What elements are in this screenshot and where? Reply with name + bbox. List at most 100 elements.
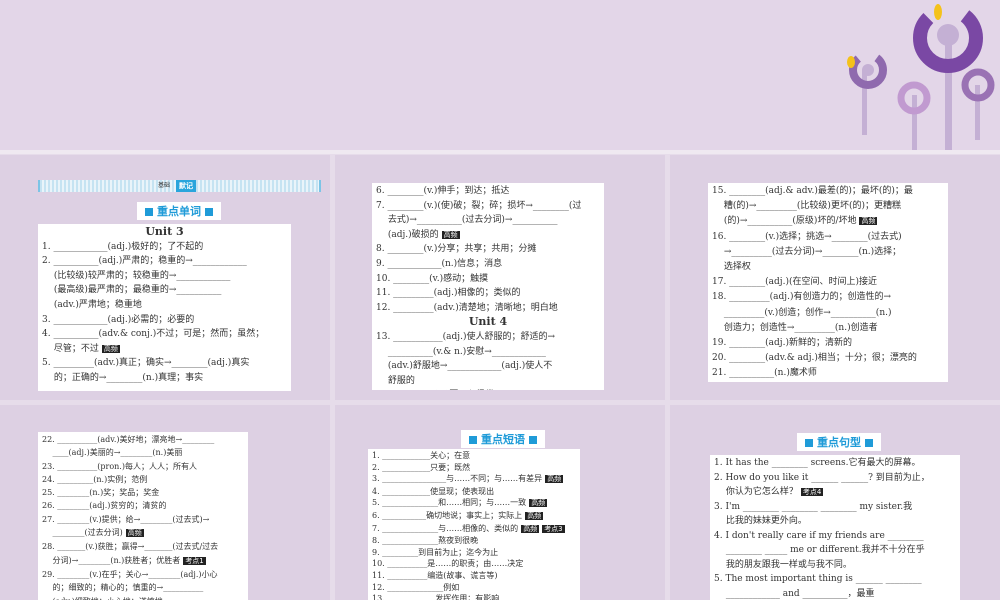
header-badge: 默记 [176, 180, 196, 192]
item-text: 5. The most important thing is ______ __… [714, 574, 922, 584]
item-text: (的)→__________(原级)坏的/坏地 [712, 216, 857, 227]
item-text: 27. ________(v.)提供；给→________(过去式)→ [42, 514, 210, 524]
item-text: 28. _______(v.)获胜；赢得→_______(过去式/过去 [42, 542, 219, 552]
item-line: __________(v.& n.)安慰→____________ [376, 345, 600, 360]
item-text: 11. _________(adj.)相像的；类似的 [376, 288, 521, 299]
item-line: 10. ________(v.)感动；触摸 [376, 272, 600, 287]
item-line: 4. I don't really care if my friends are… [714, 529, 956, 544]
item-line: 10. __________是……的职责；由……决定 [372, 558, 576, 570]
item-line: ________ _____ me or different.我并不十分在乎 [714, 543, 956, 558]
item-line: 19. ________(adj.)新鲜的；清新的 [712, 336, 944, 351]
item-text: →_________(过去分词)→________(n.)选择； [712, 246, 902, 257]
frequency-tag: 高频 [125, 529, 144, 538]
item-text: 1. It has the ________ screens.它有最大的屏幕。 [714, 458, 921, 468]
item-text: 4. __________(adv.& conj.)不过；可是；然而；虽然； [42, 329, 265, 340]
item-line: (adv.)舒服地→____________(adj.)使人不 [376, 359, 600, 374]
item-text: 2. ____________只要；既然 [372, 462, 471, 472]
item-text: (adj.)破损的 [376, 229, 439, 240]
frequency-tag: 考点1 [183, 556, 206, 565]
item-text: __________(v.& n.)安慰→____________ [376, 346, 546, 357]
item-line: 你认为它怎么样？ 考点4 [714, 485, 956, 500]
item-line: (adv.)细致地；小心地；谨慎地 [42, 595, 244, 600]
item-line: (比较级)较严肃的；较稳重的→____________ [42, 269, 287, 284]
sentences-box: 1. It has the ________ screens.它有最大的屏幕。 2… [710, 455, 960, 600]
item-text: 2. How do you like it ______ ______? 到目前… [714, 472, 930, 483]
frequency-tag: 考点4 [800, 488, 824, 496]
item-text: (adv.)舒服地→____________(adj.)使人不 [376, 361, 553, 372]
item-text: 3. ____________(adj.)必需的；必要的 [42, 314, 195, 325]
item-line: (最高级)最严肃的；最稳重的→__________ [42, 283, 287, 298]
item-line: 尽管；不过 高频 [42, 342, 287, 357]
item-line: 去式)→__________(过去分词)→__________ [376, 213, 600, 228]
item-line: 21. __________(n.)魔术师 [712, 366, 944, 381]
item-text: 糟(的)→_________(比较级)更坏(的)；更糟糕 [712, 201, 901, 212]
item-line: (adv.)严肃地；稳重地 [42, 298, 287, 313]
item-line: 13. ___________(adj.)使人舒服的；舒适的→ [376, 330, 600, 345]
item-text: 18. _________(adj.)有创造力的；创造性的→ [712, 292, 892, 303]
item-line: 12. ______________例如 [372, 582, 576, 594]
item-line: 24. _________(n.)实例；范例 [42, 473, 244, 486]
item-line: 9. ____________(n.)信息；消息 [376, 257, 600, 272]
item-text: 分词)→________(n.)获胜者；优胜者 [42, 555, 181, 565]
item-text: 你认为它怎么样？ [714, 487, 798, 497]
item-text: 10. __________是……的职责；由……决定 [372, 559, 524, 569]
item-text: 12. ______________例如 [372, 582, 460, 592]
item-text: 尽管；不过 [42, 343, 99, 354]
phrases-box: 1. ____________关心；在意 2. ____________只要；既然… [368, 449, 580, 600]
item-line: 的；细致的；精心的；慎重的→__________ [42, 581, 244, 594]
unit-heading: Unit 4 [468, 315, 508, 329]
item-line: 27. ________(v.)提供；给→________(过去式)→ [42, 513, 244, 526]
item-text: ________ _____ me or different.我并不十分在乎 [714, 545, 925, 555]
frequency-tag: 高频 [521, 524, 540, 533]
frequency-tag: 高频 [525, 511, 544, 520]
item-text: 12. _________(adv.)清楚地；清晰地；明白地 [376, 302, 558, 313]
frequency-tag: 高频 [441, 230, 460, 239]
frequency-tag: 高频 [545, 475, 564, 484]
item-text: 22. __________(adv.)美好地；漂亮地→________ [42, 435, 215, 444]
item-line: 4. __________(adv.& conj.)不过；可是；然而；虽然； [42, 327, 287, 342]
item-text: (比较级)较严肃的；较稳重的→____________ [42, 270, 231, 281]
item-text: 23. __________(pron.)每人；人人；所有人 [42, 461, 197, 471]
item-line: 1. ____________关心；在意 [372, 450, 576, 462]
item-line: 9. _________到目前为止；迄今为止 [372, 547, 576, 559]
item-line: 25. ________(n.)奖；奖品；奖金 [42, 486, 244, 499]
frequency-tag: 高频 [101, 344, 120, 353]
item-line: 创造力；创造性→_________(n.)创造者 [712, 321, 944, 336]
item-line: 13. ____________发挥作用；有影响 [372, 593, 576, 600]
item-line: 23. __________(pron.)每人；人人；所有人 [42, 460, 244, 473]
header-small: 基础 [158, 182, 171, 189]
item-text: 7. ________(v.)(使)破；裂；碎；损坏→________(过 [376, 200, 582, 211]
item-line: 1. ____________(adj.)极好的；了不起的 [42, 240, 287, 255]
item-text: 16. ________(v.)选择；挑选→________(过去式) [712, 231, 902, 242]
item-line: 4. ____________使显现；使表现出 [372, 486, 576, 498]
item-text: 我的朋友跟我一样或与我不同。 [714, 559, 852, 570]
item-line: 26. ________(adj.)贫穷的；清贫的 [42, 499, 244, 512]
item-text: ________(过去分词) [42, 528, 123, 538]
item-text: 9. ____________(n.)信息；消息 [376, 258, 503, 269]
item-text: 29. ________(v.)在乎；关心→________(adj.)小心 [42, 569, 218, 579]
words-box-2: 6. ________(v.)伸手；到达；抵达 7. ________(v.)(使… [372, 183, 604, 390]
words-box-3: 15. ________(adj.& adv.)最差(的)；最坏(的)；最 糟(… [708, 183, 948, 382]
item-line: 5. The most important thing is ______ __… [714, 572, 956, 587]
item-line: 2. How do you like it ______ ______? 到目前… [714, 471, 956, 486]
item-line: 6. ___________确切地说；事实上；实际上 高频 [372, 510, 576, 523]
item-text: 8. ______________熬夜到很晚 [372, 536, 479, 546]
item-line: 我的朋友跟我一样或与我不同。 [714, 558, 956, 573]
item-line: 17. ________(adj.)(在空间、时间上)接近 [712, 275, 944, 290]
item-text: 1. ____________关心；在意 [372, 451, 471, 460]
item-line: 5. _________(adv.)真正；确实→________(adj.)真实 [42, 356, 287, 371]
item-text: 3. ________________与……不同；与……有差异 [372, 474, 543, 484]
item-text: 20. ________(adv.& adj.)相当；十分；很；漂亮的 [712, 353, 917, 364]
item-line: 2. __________(adj.)严肃的；稳重的→____________ [42, 254, 287, 269]
section-header: 基础 默记 [38, 180, 321, 192]
item-text: 1. ____________(adj.)极好的；了不起的 [42, 241, 204, 252]
item-line: 7. ______________与……相像的、类似的 高频 考点3 [372, 523, 576, 536]
item-line: 29. ________(v.)在乎；关心→________(adj.)小心 [42, 568, 244, 581]
item-text: 去式)→__________(过去分词)→__________ [376, 215, 558, 226]
item-line: 1. It has the ________ screens.它有最大的屏幕。 [714, 456, 956, 471]
item-line: 15. ________(adj.& adv.)最差(的)；最坏(的)；最 [712, 184, 944, 199]
item-text: (最高级)最严肃的；最稳重的→__________ [42, 285, 222, 296]
item-line: 分词)→________(n.)获胜者；优胜者 考点1 [42, 554, 244, 568]
item-text: 的；正确的→________(n.)真理；事实 [42, 372, 204, 383]
item-line: 7. ________(v.)(使)破；裂；碎；损坏→________(过 [376, 199, 600, 214]
